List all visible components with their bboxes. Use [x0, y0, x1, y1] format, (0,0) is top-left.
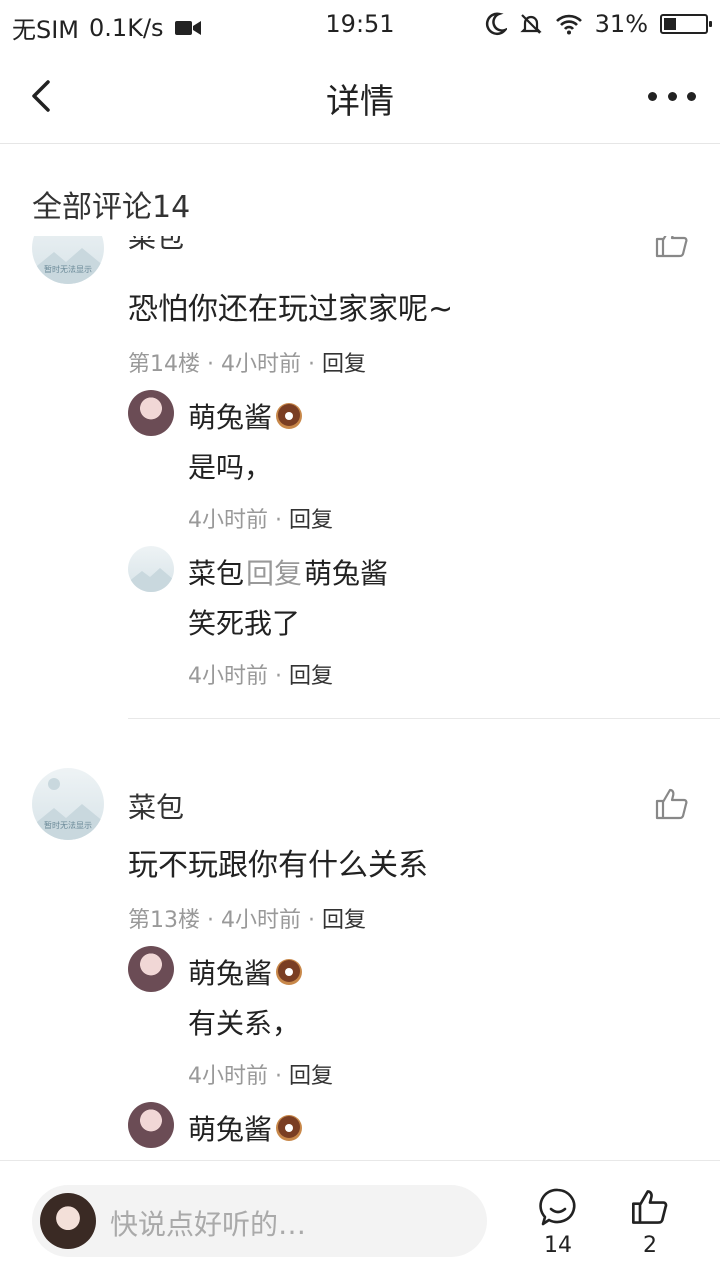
avatar [40, 1193, 96, 1249]
comment-text: 玩不玩跟你有什么关系 [128, 848, 428, 883]
nav-bar: 详情 [0, 50, 720, 144]
reply-author[interactable]: 菜包 回复 萌兔酱 [188, 552, 388, 592]
reply-button[interactable]: 回复 [289, 508, 333, 533]
avatar[interactable] [128, 546, 174, 592]
comment-author[interactable]: 菜包 [128, 236, 184, 256]
comment-meta: 第13楼 · 4小时前 · 回复 [128, 908, 366, 933]
page-title: 详情 [326, 82, 394, 122]
avatar-placeholder-text: 暂时无法显示 [44, 821, 92, 830]
reply-time: 4小时前 [188, 1064, 268, 1089]
comment-meta: 第14楼 · 4小时前 · 回复 [128, 352, 366, 377]
comment-floor: 第13楼 [128, 908, 200, 933]
comment-time: 4小时前 [220, 352, 301, 377]
battery-percent: 31% [594, 10, 648, 38]
like-count: 2 [643, 1233, 657, 1258]
comment-floor: 第14楼 [128, 352, 200, 377]
comment-author[interactable]: 菜包 [128, 786, 184, 826]
thumbs-up-icon[interactable] [654, 236, 690, 260]
comment-list[interactable]: 暂时无法显示 菜包 恐怕你还在玩过家家呢~ 第14楼 · 4小时前 · 回复 萌… [0, 236, 720, 1160]
battery-fill [664, 18, 677, 30]
avatar[interactable] [128, 1102, 174, 1148]
comments-section-title: 全部评论14 [32, 190, 191, 225]
reply-author[interactable]: 萌兔酱 [188, 952, 304, 992]
wifi-icon [555, 14, 582, 35]
avatar[interactable]: 暂时无法显示 [32, 768, 104, 840]
moon-icon [485, 12, 507, 36]
bell-off-icon [520, 14, 542, 34]
reply-text: 有关系， [188, 1007, 301, 1040]
donut-emoji-icon [276, 959, 303, 985]
comment-count: 14 [544, 1233, 572, 1258]
reply-text: 笑死我了 [188, 607, 301, 640]
avatar[interactable] [128, 946, 174, 992]
reply-meta: 4小时前 · 回复 [188, 1064, 333, 1089]
comment-bubble-icon [539, 1188, 576, 1226]
reply-meta: 4小时前 · 回复 [188, 508, 333, 533]
thumbs-up-icon[interactable] [654, 786, 690, 822]
reply-button[interactable]: 回复 [289, 1064, 333, 1089]
thumbs-up-icon [632, 1190, 668, 1224]
reply-time: 4小时前 [188, 508, 268, 533]
avatar-placeholder-text: 暂时无法显示 [44, 265, 92, 274]
reply-text: 是吗， [188, 451, 273, 484]
status-right: 31% [485, 10, 712, 38]
like-button[interactable]: 2 [620, 1185, 680, 1265]
status-bar: 无SIM 0.1K/s 19:51 31% [0, 0, 720, 50]
reply-to-word: 回复 [246, 557, 303, 590]
reply-author-name: 萌兔酱 [188, 401, 273, 434]
reply-author-name: 萌兔酱 [188, 1113, 273, 1146]
reply-author[interactable]: 萌兔酱 [188, 396, 304, 436]
more-dots-icon[interactable] [648, 76, 696, 116]
comment-input-placeholder[interactable]: 快说点好听的… [110, 1203, 306, 1243]
avatar[interactable] [128, 390, 174, 436]
reply-time: 4小时前 [188, 664, 268, 689]
comment-input[interactable]: 快说点好听的… [32, 1185, 487, 1257]
reply-author[interactable]: 萌兔酱 [188, 1108, 304, 1148]
comment-text: 恐怕你还在玩过家家呢~ [128, 292, 454, 327]
avatar[interactable]: 暂时无法显示 [32, 236, 104, 284]
comment-time: 4小时前 [220, 908, 301, 933]
reply-meta: 4小时前 · 回复 [188, 664, 333, 689]
reply-button[interactable]: 回复 [289, 664, 333, 689]
donut-emoji-icon [276, 403, 303, 429]
donut-emoji-icon [276, 1115, 303, 1141]
battery-icon [660, 14, 712, 34]
bottom-bar: 快说点好听的… 14 2 [0, 1160, 720, 1280]
reply-button[interactable]: 回复 [322, 352, 366, 377]
reply-author-name: 萌兔酱 [188, 957, 273, 990]
reply-button[interactable]: 回复 [322, 908, 366, 933]
reply-author-name: 菜包 [188, 557, 245, 590]
reply-target[interactable]: 萌兔酱 [304, 552, 388, 592]
comment-button[interactable]: 14 [528, 1185, 588, 1265]
divider [128, 718, 720, 719]
